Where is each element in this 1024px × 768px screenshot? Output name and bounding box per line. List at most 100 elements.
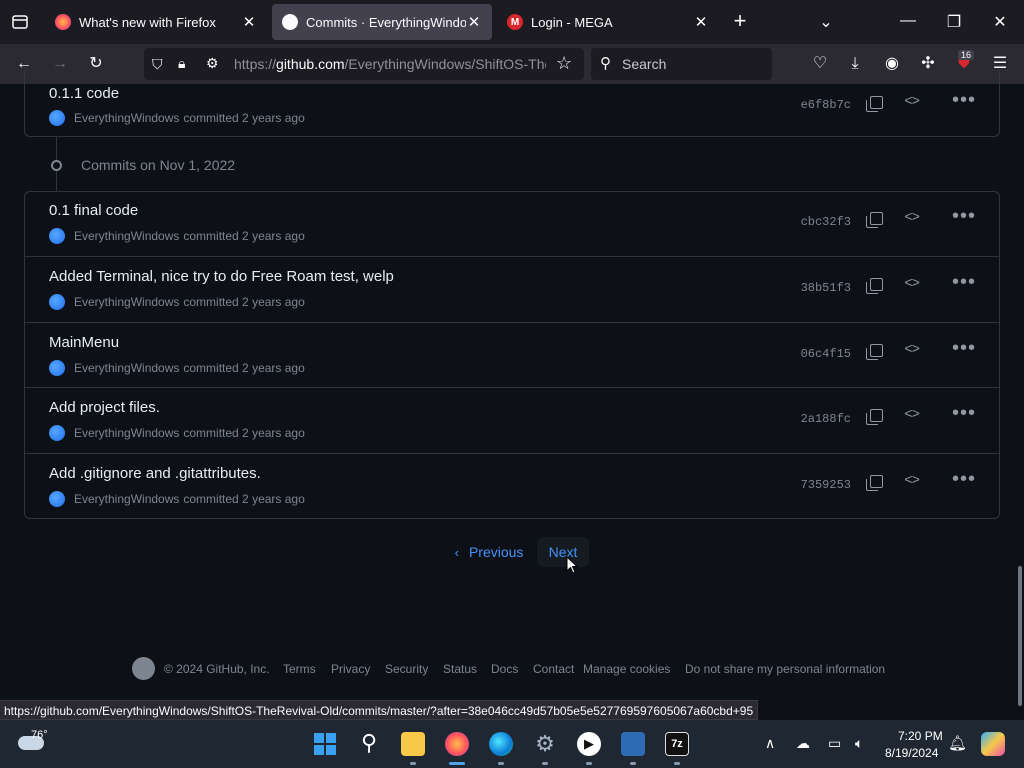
group-heading: Commits on Nov 1, 2022 [81,157,236,173]
file-explorer-icon[interactable] [401,732,425,756]
commit-row: 0.1 final code EverythingWindows committ… [24,191,1000,257]
chevron-left-icon: ‹ [454,544,459,560]
commit-time: committed 2 years ago [183,111,305,125]
footer-link-do-not-share[interactable]: Do not share my personal information [685,662,885,676]
browse-code-icon[interactable]: <> [904,276,920,292]
more-options-icon[interactable]: ••• [952,402,976,425]
tab-github-commits[interactable]: Commits · EverythingWindows ✕ [272,4,492,40]
footer-link-terms[interactable]: Terms [283,662,316,676]
tab-overview-icon[interactable] [10,12,30,32]
commit-meta: EverythingWindows committed 2 years ago [49,491,305,507]
active-indicator [449,762,465,765]
commit-sha[interactable]: 2a188fc [801,412,851,426]
copy-icon[interactable] [866,278,883,294]
copy-icon[interactable] [866,212,883,228]
avatar[interactable] [49,360,65,376]
commit-message[interactable]: MainMenu [49,334,119,351]
volume-icon[interactable]: 🔈︎ [855,735,863,752]
commit-message[interactable]: Added Terminal, nice try to do Free Roam… [49,268,394,285]
tab-title: Commits · EverythingWindows [306,14,466,30]
network-icon[interactable]: ▭ [828,735,841,752]
list-all-tabs-icon[interactable]: ⌄ [816,12,836,32]
avatar[interactable] [49,491,65,507]
next-button[interactable]: Next [537,537,589,567]
running-indicator [498,762,504,765]
github-logo-icon[interactable] [132,657,155,680]
previous-button[interactable]: ‹ Previous [444,537,534,567]
close-icon[interactable]: ✕ [466,13,482,31]
new-tab-icon[interactable]: + [729,10,751,32]
chevron-up-icon[interactable]: ∧ [765,735,775,752]
settings-icon[interactable]: ⚙ [533,732,557,756]
commit-author[interactable]: EverythingWindows [74,492,179,506]
footer-link-privacy[interactable]: Privacy [331,662,370,676]
footer-link-contact[interactable]: Contact [533,662,574,676]
start-icon[interactable] [313,732,337,756]
copy-icon[interactable] [866,409,883,425]
more-options-icon[interactable]: ••• [952,468,976,491]
browse-code-icon[interactable]: <> [904,473,920,489]
commit-row: Add project files. EverythingWindows com… [24,387,1000,453]
more-options-icon[interactable]: ••• [952,337,976,360]
commit-row: 0.1.1 code EverythingWindows committed 2… [24,70,1000,136]
notification-bell-icon[interactable]: 🔔︎ [948,734,967,752]
firefox-icon[interactable] [445,732,469,756]
firefox-icon [55,14,71,30]
scrollbar-thumb[interactable] [1018,566,1022,706]
commit-author[interactable]: EverythingWindows [74,295,179,309]
tab-mega-login[interactable]: M Login - MEGA ✕ [497,4,719,40]
browse-code-icon[interactable]: <> [904,342,920,358]
commit-meta: EverythingWindows committed 2 years ago [49,425,305,441]
cloud-icon[interactable]: ☁ [796,735,810,752]
commit-message[interactable]: Add .gitignore and .gitattributes. [49,465,261,482]
clock-time[interactable]: 7:20 PM [898,729,943,743]
footer-link-status[interactable]: Status [443,662,477,676]
search-icon[interactable]: ⚲ [357,732,381,756]
footer-link-manage-cookies[interactable]: Manage cookies [583,662,670,676]
7zip-icon[interactable]: 7z [665,732,689,756]
commit-author[interactable]: EverythingWindows [74,111,179,125]
footer-link-docs[interactable]: Docs [491,662,518,676]
more-options-icon[interactable]: ••• [952,271,976,294]
browse-code-icon[interactable]: <> [904,210,920,226]
minimize-icon[interactable]: — [898,12,918,30]
browse-code-icon[interactable]: <> [904,94,920,110]
commit-message[interactable]: 0.1 final code [49,202,138,219]
restore-icon[interactable]: ❐ [944,12,964,32]
weather-temp[interactable]: 76° [31,729,48,741]
copilot-icon[interactable] [981,732,1005,756]
tab-title: What's new with Firefox [79,14,216,30]
close-window-icon[interactable]: ✕ [990,12,1010,32]
commit-sha[interactable]: e6f8b7c [801,98,851,112]
github-icon [282,14,298,30]
more-options-icon[interactable]: ••• [952,89,976,112]
commit-author[interactable]: EverythingWindows [74,229,179,243]
commit-sha[interactable]: 38b51f3 [801,281,851,295]
avatar[interactable] [49,425,65,441]
tab-firefox-whatsnew[interactable]: What's new with Firefox ✕ [45,4,267,40]
media-player-icon[interactable]: ▶ [577,732,601,756]
commit-sha[interactable]: 06c4f15 [801,347,851,361]
footer-link-security[interactable]: Security [385,662,428,676]
copy-icon[interactable] [866,344,883,360]
copy-icon[interactable] [866,475,883,491]
more-options-icon[interactable]: ••• [952,205,976,228]
commit-author[interactable]: EverythingWindows [74,426,179,440]
edge-icon[interactable] [489,732,513,756]
commit-meta: EverythingWindows committed 2 years ago [49,294,305,310]
commit-message[interactable]: Add project files. [49,399,160,416]
commit-message[interactable]: 0.1.1 code [49,85,119,102]
clock-date[interactable]: 8/19/2024 [885,746,938,760]
close-icon[interactable]: ✕ [693,13,709,31]
avatar[interactable] [49,228,65,244]
commit-sha[interactable]: 7359253 [801,478,851,492]
commit-author[interactable]: EverythingWindows [74,361,179,375]
avatar[interactable] [49,294,65,310]
browse-code-icon[interactable]: <> [904,407,920,423]
commit-sha[interactable]: cbc32f3 [801,215,851,229]
virtualbox-icon[interactable] [621,732,645,756]
close-icon[interactable]: ✕ [241,13,257,31]
commit-row: Added Terminal, nice try to do Free Roam… [24,256,1000,322]
avatar[interactable] [49,110,65,126]
copy-icon[interactable] [866,96,883,112]
